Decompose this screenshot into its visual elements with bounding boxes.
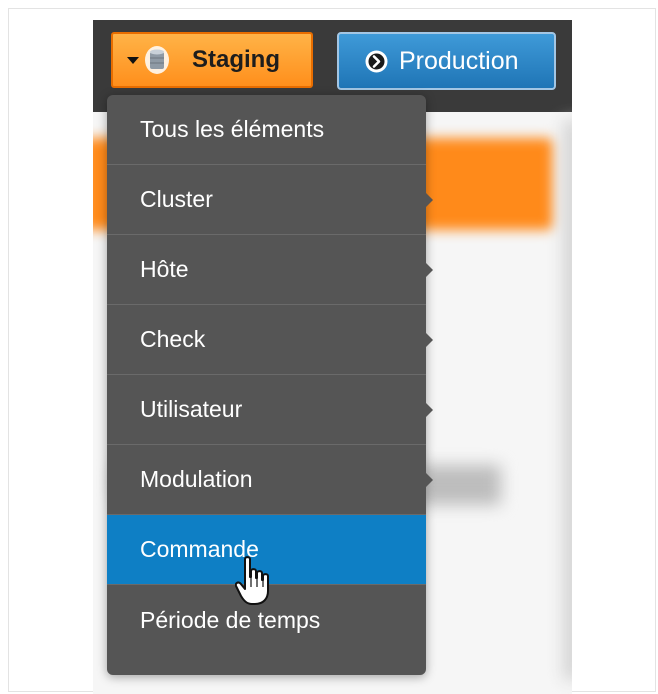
menu-item-utilisateur[interactable]: Utilisateur — [107, 375, 433, 445]
menu-item-label: Période de temps — [140, 606, 321, 633]
menu-item-label: Check — [140, 326, 206, 352]
production-button[interactable]: Production — [337, 32, 556, 90]
hand-pointer-icon — [235, 556, 269, 605]
submenu-arrow-icon — [426, 193, 433, 207]
arrow-circle-right-icon — [365, 50, 388, 72]
menu-item-label: Tous les éléments — [140, 116, 325, 142]
menu-item-label: Hôte — [140, 256, 189, 282]
menu-item-label: Modulation — [140, 466, 253, 492]
menu-item-label: Cluster — [140, 186, 213, 212]
staging-label: Staging — [192, 46, 280, 73]
submenu-arrow-icon — [426, 263, 433, 277]
production-label: Production — [399, 46, 519, 75]
submenu-arrow-icon — [426, 403, 433, 417]
submenu-arrow-icon — [426, 473, 433, 487]
menu-item-label: Utilisateur — [140, 396, 243, 422]
submenu-arrow-icon — [426, 333, 433, 347]
menu-item-cluster[interactable]: Cluster — [107, 165, 433, 235]
database-icon — [145, 46, 169, 74]
staging-button[interactable]: Staging — [111, 32, 313, 88]
menu-item-check[interactable]: Check — [107, 305, 433, 375]
menu-item-modulation[interactable]: Modulation — [107, 445, 433, 515]
menu-item-tous-les-elements[interactable]: Tous les éléments — [107, 95, 426, 165]
menu-item-hote[interactable]: Hôte — [107, 235, 433, 305]
caret-down-icon — [127, 56, 139, 64]
background-divider — [563, 120, 572, 680]
